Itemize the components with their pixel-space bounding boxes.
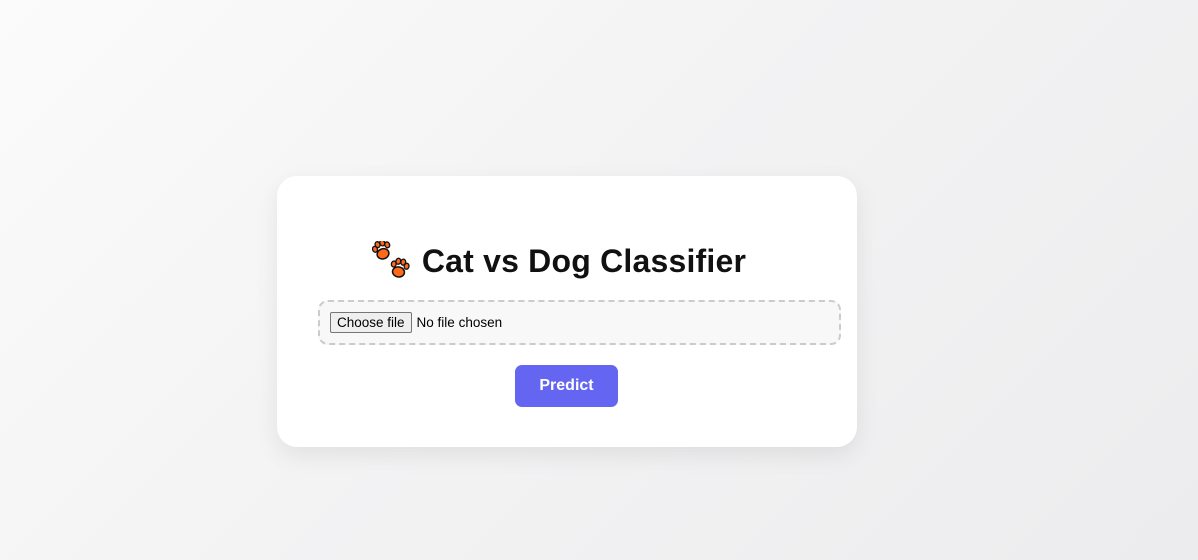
page-title: Cat vs Dog Classifier	[421, 242, 747, 279]
classifier-card: Cat vs Dog Classifier Choose file No fil…	[277, 176, 857, 447]
title-row: Cat vs Dog Classifier	[277, 238, 857, 284]
file-status-text: No file chosen	[416, 315, 503, 330]
file-upload-dropzone[interactable]: Choose file No file chosen	[318, 300, 841, 345]
predict-button[interactable]: Predict	[515, 365, 618, 407]
choose-file-button[interactable]: Choose file	[330, 312, 412, 333]
paw-prints-icon	[371, 239, 412, 281]
